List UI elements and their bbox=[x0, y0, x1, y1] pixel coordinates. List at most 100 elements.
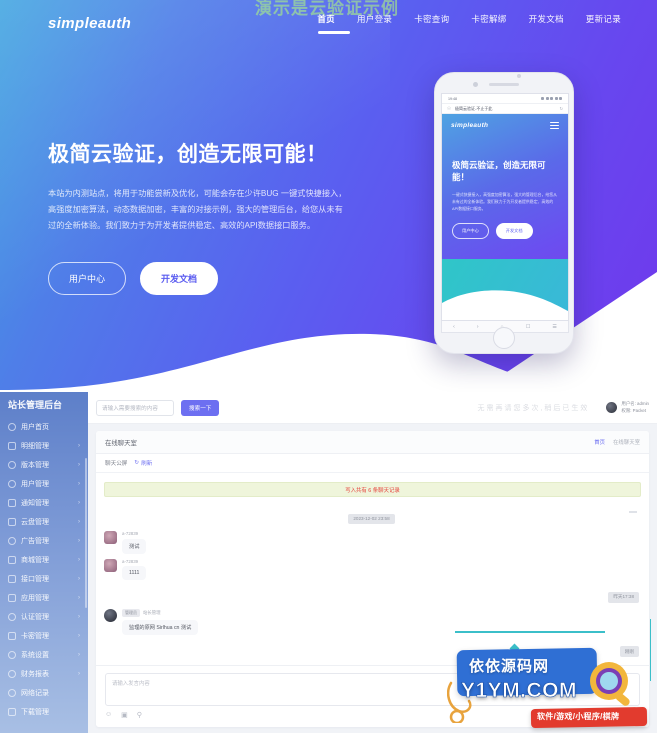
chat-message-list: 2023-12-02 23:58 a-72839 测试 a-72839 1111… bbox=[96, 497, 649, 675]
breadcrumb: 首页 在线聊天室 bbox=[594, 438, 640, 446]
site-logo[interactable]: simpleauth bbox=[48, 15, 131, 32]
sidebar-item-label: 网络记录 bbox=[21, 689, 49, 697]
hero-copy: 极简云验证，创造无限可能！ 本站为内测站点，将用于功能尝新及优化，可能会存在少许… bbox=[48, 138, 378, 295]
sidebar-item-system-settings[interactable]: 系统设置 › bbox=[0, 645, 88, 664]
sidebar-item-user-home[interactable]: 用户首页 bbox=[0, 417, 88, 436]
chat-message-text: 1111 bbox=[122, 566, 147, 580]
user-profile[interactable]: 用户名: admin 权限: Packet bbox=[606, 401, 649, 414]
ad-icon bbox=[8, 536, 16, 545]
nav-item-changelog[interactable]: 更新记录 bbox=[586, 13, 621, 25]
user-center-button[interactable]: 用户中心 bbox=[48, 261, 127, 295]
chevron-right-icon: › bbox=[78, 461, 80, 468]
refresh-label: 刷新 bbox=[141, 461, 153, 467]
panel-corner-marker bbox=[629, 511, 637, 513]
phone-top-dot bbox=[517, 74, 521, 78]
sidebar-item-label: 通知管理 bbox=[21, 499, 49, 507]
nav-item-user-login[interactable]: 用户登录 bbox=[357, 13, 392, 25]
sidebar-item-detail-management[interactable]: 明细管理 › bbox=[0, 436, 88, 455]
admin-panel-screenshot: 站长管理后台 用户首页 明细管理 › 版本管理 › 用户管理 › 通知管理 › … bbox=[0, 392, 657, 733]
refresh-button[interactable]: ↻ 刷新 bbox=[134, 459, 152, 467]
image-icon[interactable]: ▣ bbox=[121, 711, 128, 719]
chat-message-body: a-72839 1111 bbox=[122, 559, 147, 580]
sidebar-item-label: 明细管理 bbox=[21, 442, 49, 450]
shield-icon: ☉ bbox=[447, 105, 452, 111]
sidebar-item-download-management[interactable]: 下载管理 bbox=[0, 702, 88, 721]
forward-icon[interactable]: › bbox=[477, 324, 479, 330]
chat-timestamp-row: 刚刚 bbox=[104, 640, 639, 658]
phone-address-bar[interactable]: ☉ 极简云验证-不止于此 ↻ bbox=[442, 103, 568, 114]
nav-item-dev-docs[interactable]: 开发文档 bbox=[529, 13, 564, 25]
avatar bbox=[104, 609, 117, 622]
sidebar-item-api-management[interactable]: 接口管理 › bbox=[0, 569, 88, 588]
sidebar-item-cloud-management[interactable]: 云盘管理 › bbox=[0, 512, 88, 531]
window-icon[interactable]: ☐ bbox=[526, 324, 530, 330]
sidebar-item-finance-report[interactable]: 财务报表 › bbox=[0, 664, 88, 683]
sidebar-item-ad-management[interactable]: 广告管理 › bbox=[0, 531, 88, 550]
phone-home-button[interactable] bbox=[493, 327, 515, 349]
admin-topbar: 请输入需要搜索的内容 搜索一下 无需再请您多次,稍后已生效 用户名: admin… bbox=[88, 392, 657, 424]
sidebar-item-app-management[interactable]: 应用管理 › bbox=[0, 588, 88, 607]
hamburger-menu-icon[interactable] bbox=[550, 122, 559, 130]
sidebar-item-label: 财务报表 bbox=[21, 670, 49, 678]
phone-status-time: 19:48 bbox=[448, 96, 457, 101]
sidebar-item-label: 版本管理 bbox=[21, 461, 49, 469]
sidebar-item-network-log[interactable]: 网络记录 bbox=[0, 683, 88, 702]
main-menu: 首页 用户登录 卡密查询 卡密解绑 开发文档 更新记录 bbox=[317, 13, 621, 25]
sidebar-scrollbar[interactable] bbox=[85, 458, 87, 608]
admin-sidebar: 站长管理后台 用户首页 明细管理 › 版本管理 › 用户管理 › 通知管理 › … bbox=[0, 392, 88, 733]
panel-header: 在线聊天室 首页 在线聊天室 bbox=[96, 431, 649, 454]
key-icon bbox=[8, 631, 16, 640]
status-badge: 管理员 bbox=[122, 609, 140, 617]
chat-timestamp-row: 昨天17:38 bbox=[104, 585, 639, 603]
bell-icon bbox=[8, 498, 16, 507]
chevron-right-icon: › bbox=[78, 594, 80, 601]
phone-dev-docs-button[interactable]: 开发文档 bbox=[495, 223, 533, 240]
chart-icon bbox=[8, 669, 16, 678]
sidebar-item-card-management[interactable]: 卡密管理 › bbox=[0, 626, 88, 645]
layers-icon bbox=[8, 460, 16, 469]
sidebar-item-version-management[interactable]: 版本管理 › bbox=[0, 455, 88, 474]
chat-message: a-72839 1111 bbox=[104, 558, 639, 580]
chat-timestamp-row: 2023-12-02 23:58 bbox=[104, 507, 639, 525]
phone-logo: simpleauth bbox=[451, 122, 489, 130]
chat-composer: 请输入发言内容 ☺ ▣ ⚲ bbox=[96, 665, 649, 727]
chevron-right-icon: › bbox=[78, 556, 80, 563]
sidebar-item-auth-management[interactable]: 认证管理 › bbox=[0, 607, 88, 626]
sidebar-item-shop-management[interactable]: 商城管理 › bbox=[0, 550, 88, 569]
nav-item-card-unbind[interactable]: 卡密解绑 bbox=[471, 13, 506, 25]
phone-buttons: 用户中心 开发文档 bbox=[452, 223, 558, 240]
dev-docs-button[interactable]: 开发文档 bbox=[140, 261, 219, 295]
phone-nav: simpleauth bbox=[442, 114, 568, 130]
chevron-right-icon: › bbox=[78, 632, 80, 639]
chat-timestamp: 2023-12-02 23:58 bbox=[348, 513, 395, 524]
record-count-notice: 写入共有 6 条聊天记录 bbox=[104, 482, 641, 497]
chat-timestamp: 昨天17:38 bbox=[608, 591, 639, 603]
phone-user-center-button[interactable]: 用户中心 bbox=[452, 223, 489, 240]
topbar-ghost-text: 无需再请您多次,稍后已生效 bbox=[477, 404, 590, 412]
phone-mockup: 19:48 ☉ 极简云验证-不止于此 ↻ simpleauth 极简云验证，创造… bbox=[434, 72, 574, 354]
emoji-icon[interactable]: ☺ bbox=[105, 711, 112, 719]
sidebar-title: 站长管理后台 bbox=[8, 400, 63, 410]
search-input[interactable]: 请输入需要搜索的内容 bbox=[96, 399, 174, 416]
nav-item-home[interactable]: 首页 bbox=[317, 13, 335, 25]
sidebar-item-label: 系统设置 bbox=[21, 651, 49, 659]
cloud-icon bbox=[8, 517, 16, 526]
search-button[interactable]: 搜索一下 bbox=[181, 399, 220, 416]
chat-timestamp: 刚刚 bbox=[619, 646, 639, 657]
screenshot-root: 演示是云验证示例 simpleauth 首页 用户登录 卡密查询 卡密解绑 开发… bbox=[0, 0, 657, 733]
phone-screen: 19:48 ☉ 极简云验证-不止于此 ↻ simpleauth 极简云验证，创造… bbox=[441, 93, 569, 321]
user-meta: 用户名: admin 权限: Packet bbox=[621, 401, 649, 414]
sidebar-item-user-management[interactable]: 用户管理 › bbox=[0, 474, 88, 493]
nav-item-card-query[interactable]: 卡密查询 bbox=[414, 13, 449, 25]
sidebar-item-notification-management[interactable]: 通知管理 › bbox=[0, 493, 88, 512]
sidebar-item-label: 认证管理 bbox=[21, 613, 49, 621]
message-input[interactable]: 请输入发言内容 bbox=[105, 673, 640, 706]
search-icon[interactable]: ⚲ bbox=[137, 711, 142, 719]
user-icon bbox=[8, 479, 16, 488]
refresh-icon[interactable]: ↻ bbox=[560, 106, 563, 111]
menu-icon[interactable]: ☰ bbox=[552, 324, 556, 330]
breadcrumb-home[interactable]: 首页 bbox=[594, 438, 605, 446]
page-title: 在线聊天室 bbox=[105, 439, 137, 447]
back-icon[interactable]: ‹ bbox=[453, 324, 455, 330]
panel-subbar: 聊天公屏 ↻ 刷新 bbox=[96, 454, 649, 473]
